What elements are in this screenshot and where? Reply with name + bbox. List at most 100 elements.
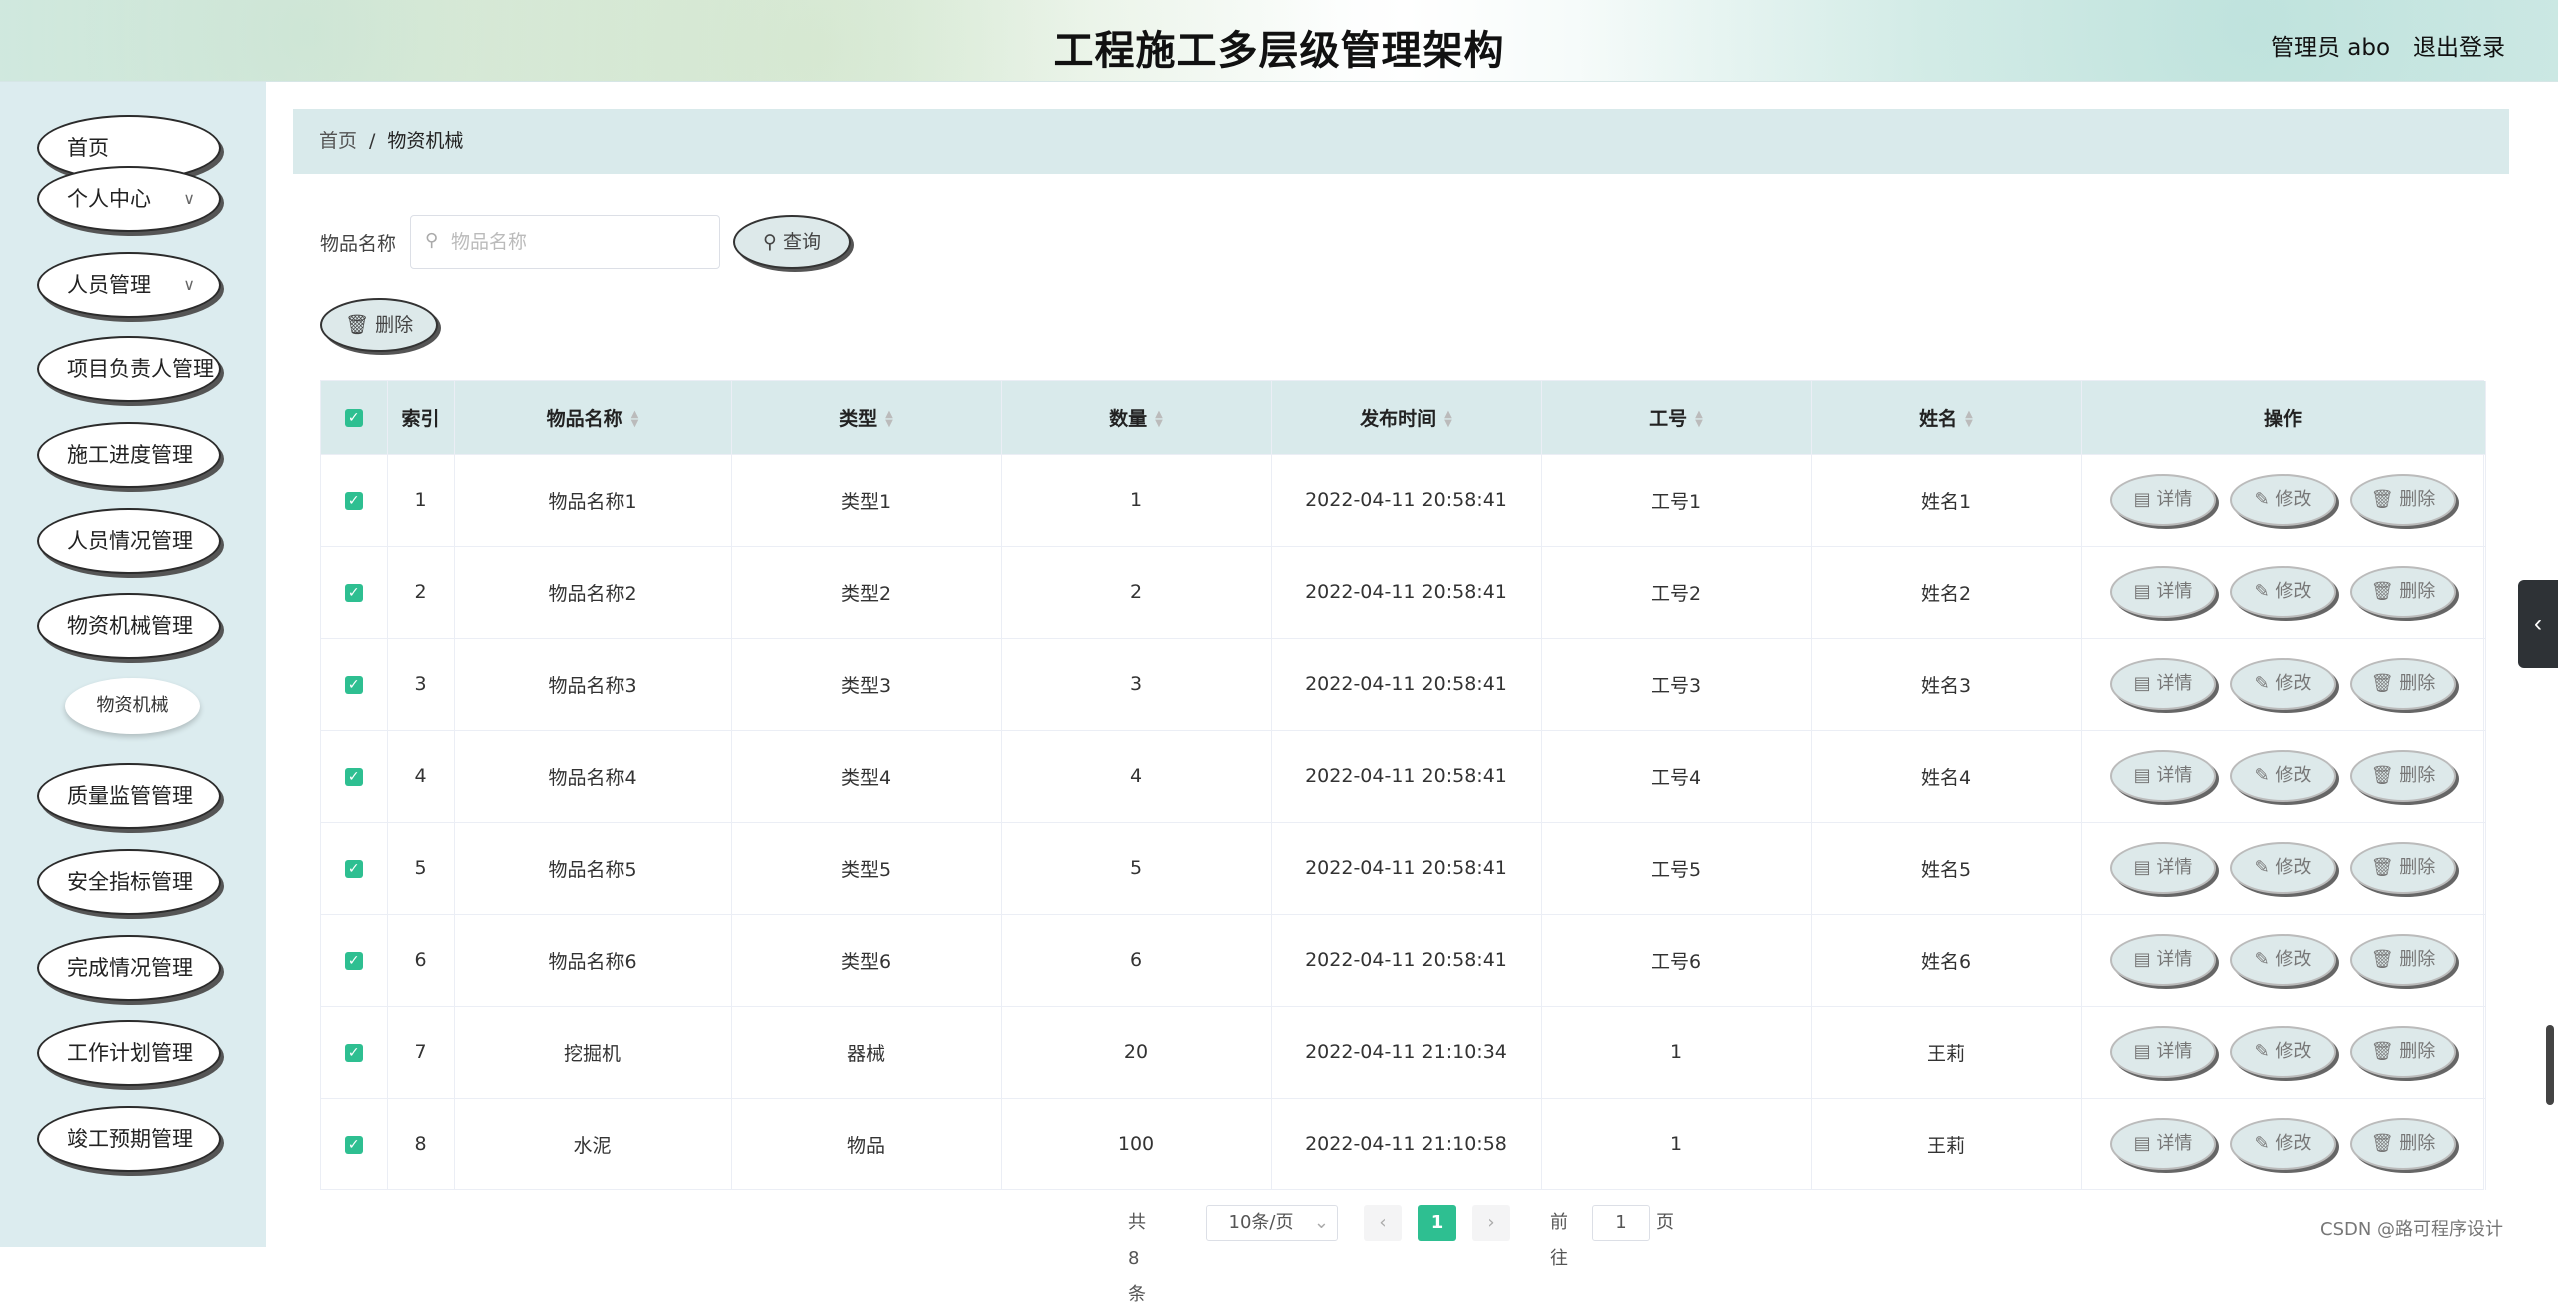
cell-qty: 4 xyxy=(1001,729,1272,822)
table-row[interactable]: ✓ 7 挖掘机 器械 20 2022-04-11 21:10:34 1 王莉 ▤ 详情 ✎ 修改 🗑… xyxy=(321,1005,2486,1098)
page-button-current[interactable]: 1 xyxy=(1418,1205,1456,1241)
edit-button[interactable]: ✎ 修改 xyxy=(2230,566,2336,618)
row-checkbox[interactable]: ✓ xyxy=(321,821,388,914)
column-header-name[interactable]: 物品名称 ▲ ▼ xyxy=(454,381,732,454)
logout-button[interactable]: 退出登录 xyxy=(2413,28,2505,62)
sort-icon[interactable]: ▲ ▼ xyxy=(1965,410,1973,429)
search-icon: ⚲ xyxy=(763,231,777,253)
detail-button[interactable]: ▤ 详情 xyxy=(2110,1118,2216,1171)
trash-icon: 🗑 xyxy=(2370,1133,2394,1155)
column-header-person[interactable]: 姓名 ▲ ▼ xyxy=(1811,381,2082,454)
sidebar-item-8[interactable]: 质量监管管理 xyxy=(37,763,221,829)
sidebar-item-6[interactable]: 人员情况管理 xyxy=(37,508,221,574)
sidebar-item-9[interactable]: 安全指标管理 xyxy=(37,849,221,915)
cell-type: 类型2 xyxy=(731,545,1002,638)
row-checkbox[interactable]: ✓ xyxy=(321,913,388,1006)
edit-button[interactable]: ✎ 修改 xyxy=(2230,474,2336,526)
detail-button[interactable]: ▤ 详情 xyxy=(2110,842,2216,894)
detail-button[interactable]: ▤ 详情 xyxy=(2110,658,2216,710)
sort-icon[interactable]: ▲ ▼ xyxy=(1155,410,1163,429)
row-checkbox[interactable]: ✓ xyxy=(321,729,388,822)
sidebar-item-2[interactable]: 个人中心 ∨ xyxy=(37,166,221,232)
table-row[interactable]: ✓ 5 物品名称5 类型5 5 2022-04-11 20:58:41 工号5 姓名5 ▤ 详情… xyxy=(321,821,2486,914)
row-actions: ▤ 详情 ✎ 修改 🗑 删除 xyxy=(2081,453,2486,546)
edit-button[interactable]: ✎ 修改 xyxy=(2230,1118,2336,1171)
detail-button[interactable]: ▤ 详情 xyxy=(2110,750,2216,802)
row-checkbox[interactable]: ✓ xyxy=(321,1005,388,1098)
row-checkbox[interactable]: ✓ xyxy=(321,1097,388,1190)
table-row[interactable]: ✓ 3 物品名称3 类型3 3 2022-04-11 20:58:41 工号3 姓名3 ▤ 详情… xyxy=(321,637,2486,730)
edit-button[interactable]: ✎ 修改 xyxy=(2230,658,2336,710)
search-input[interactable] xyxy=(451,216,711,268)
delete-button[interactable]: 🗑 删除 xyxy=(2350,566,2456,618)
delete-button[interactable]: 🗑 删除 xyxy=(2350,474,2456,526)
cell-type: 物品 xyxy=(731,1097,1002,1190)
table-row[interactable]: ✓ 1 物品名称1 类型1 1 2022-04-11 20:58:41 工号1 姓名1 ▤ 详情… xyxy=(321,453,2486,546)
page-size-select[interactable]: 10条/页 ⌄ xyxy=(1206,1205,1338,1241)
sort-icon[interactable]: ▲ ▼ xyxy=(1695,410,1703,429)
sidebar-item-12[interactable]: 竣工预期管理 xyxy=(37,1106,221,1172)
collapse-panel-button[interactable]: ‹ xyxy=(2518,580,2558,668)
column-header-time[interactable]: 发布时间 ▲ ▼ xyxy=(1271,381,1542,454)
table-row[interactable]: ✓ 6 物品名称6 类型6 6 2022-04-11 20:58:41 工号6 姓名6 ▤ 详情… xyxy=(321,913,2486,1006)
search-field[interactable]: ⚲ xyxy=(410,215,720,269)
trash-icon: 🗑 xyxy=(2370,673,2394,694)
delete-button-label: 删除 xyxy=(2399,489,2436,510)
table-row[interactable]: ✓ 2 物品名称2 类型2 2 2022-04-11 20:58:41 工号2 姓名2 ▤ 详情… xyxy=(321,545,2486,638)
edit-button[interactable]: ✎ 修改 xyxy=(2230,842,2336,894)
table-row[interactable]: ✓ 4 物品名称4 类型4 4 2022-04-11 20:58:41 工号4 姓名4 ▤ 详情… xyxy=(321,729,2486,822)
sidebar-item-3[interactable]: 人员管理 ∨ xyxy=(37,252,221,318)
breadcrumb-home[interactable]: 首页 xyxy=(319,130,357,152)
cell-no: 1 xyxy=(1541,1005,1812,1098)
sort-icon[interactable]: ▲ ▼ xyxy=(631,410,639,429)
sidebar-item-11[interactable]: 工作计划管理 xyxy=(37,1020,221,1086)
detail-button-label: 详情 xyxy=(2156,1133,2193,1155)
sidebar-subitem-materials[interactable]: 物资机械 xyxy=(65,678,200,734)
row-checkbox[interactable]: ✓ xyxy=(321,545,388,638)
next-page-button[interactable]: › xyxy=(1472,1205,1510,1241)
edit-button[interactable]: ✎ 修改 xyxy=(2230,1026,2336,1078)
delete-button[interactable]: 🗑 删除 xyxy=(2350,750,2456,802)
edit-button-label: 修改 xyxy=(2275,489,2312,510)
sidebar-item-7[interactable]: 物资机械管理 xyxy=(37,593,221,659)
goto-page-input[interactable]: 1 xyxy=(1592,1205,1650,1241)
sort-icon[interactable]: ▲ ▼ xyxy=(885,410,893,429)
pencil-icon: ✎ xyxy=(2254,673,2270,694)
column-header-type[interactable]: 类型 ▲ ▼ xyxy=(731,381,1002,454)
select-all-checkbox[interactable]: ✓ xyxy=(321,381,388,454)
column-header-employee-no[interactable]: 工号 ▲ ▼ xyxy=(1541,381,1812,454)
delete-button[interactable]: 🗑 删除 xyxy=(2350,842,2456,894)
document-icon: ▤ xyxy=(2133,857,2151,878)
row-checkbox[interactable]: ✓ xyxy=(321,637,388,730)
cell-no: 工号3 xyxy=(1541,637,1812,730)
cell-no: 工号5 xyxy=(1541,821,1812,914)
sidebar-item-5[interactable]: 施工进度管理 xyxy=(37,422,221,488)
prev-page-button[interactable]: ‹ xyxy=(1364,1205,1402,1241)
sort-icon[interactable]: ▲ ▼ xyxy=(1444,410,1452,429)
cell-name: 物品名称5 xyxy=(454,821,732,914)
detail-button[interactable]: ▤ 详情 xyxy=(2110,1026,2216,1078)
cell-time: 2022-04-11 20:58:41 xyxy=(1271,637,1542,730)
column-header-person-label: 姓名 xyxy=(1919,407,1958,430)
table-row[interactable]: ✓ 8 水泥 物品 100 2022-04-11 21:10:58 1 王莉 ▤ 详情 ✎ 修改 🗑… xyxy=(321,1097,2486,1190)
detail-button[interactable]: ▤ 详情 xyxy=(2110,474,2216,526)
detail-button[interactable]: ▤ 详情 xyxy=(2110,566,2216,618)
batch-delete-button[interactable]: 🗑 删除 xyxy=(320,298,438,352)
cell-no: 工号6 xyxy=(1541,913,1812,1006)
column-header-actions: 操作 xyxy=(2081,381,2486,454)
row-checkbox[interactable]: ✓ xyxy=(321,453,388,546)
query-button[interactable]: ⚲ 查询 xyxy=(733,215,851,269)
sidebar-item-10[interactable]: 完成情况管理 xyxy=(37,935,221,1001)
delete-button[interactable]: 🗑 删除 xyxy=(2350,934,2456,986)
delete-button[interactable]: 🗑 删除 xyxy=(2350,1026,2456,1078)
app-title: 工程施工多层级管理架构 xyxy=(1053,28,1505,74)
edit-button[interactable]: ✎ 修改 xyxy=(2230,934,2336,986)
scrollbar-thumb[interactable] xyxy=(2546,1025,2554,1105)
edit-button[interactable]: ✎ 修改 xyxy=(2230,750,2336,802)
search-label: 物品名称 xyxy=(320,233,397,255)
sidebar-item-4[interactable]: 项目负责人管理 xyxy=(37,336,221,402)
delete-button[interactable]: 🗑 删除 xyxy=(2350,1118,2456,1171)
column-header-quantity[interactable]: 数量 ▲ ▼ xyxy=(1001,381,1272,454)
detail-button[interactable]: ▤ 详情 xyxy=(2110,934,2216,986)
delete-button[interactable]: 🗑 删除 xyxy=(2350,658,2456,710)
